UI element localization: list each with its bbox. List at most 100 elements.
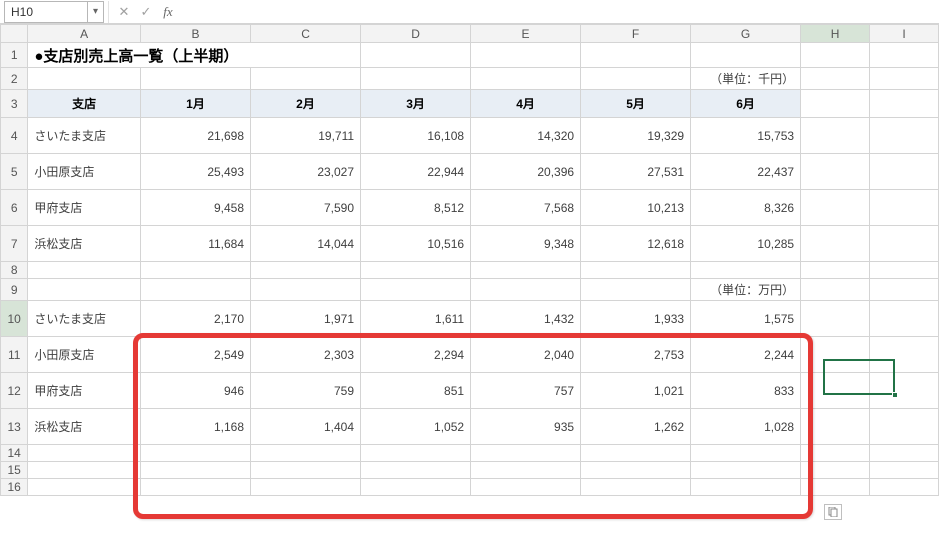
cell[interactable] — [251, 68, 361, 90]
cell[interactable]: ●支店別売上高一覧（上半期） — [28, 43, 361, 68]
cell[interactable] — [141, 68, 251, 90]
cell[interactable] — [361, 462, 471, 479]
cell[interactable]: 1,052 — [361, 409, 471, 445]
cell[interactable] — [141, 445, 251, 462]
cell[interactable] — [141, 462, 251, 479]
cell[interactable] — [28, 445, 141, 462]
cell[interactable] — [471, 462, 581, 479]
cell[interactable]: 12,618 — [581, 226, 691, 262]
cell[interactable]: 1,021 — [581, 373, 691, 409]
row-header-7[interactable]: 7 — [1, 226, 28, 262]
col-header-E[interactable]: E — [471, 25, 581, 43]
cell[interactable] — [28, 68, 141, 90]
cell[interactable] — [251, 462, 361, 479]
cell[interactable] — [141, 279, 251, 301]
cell[interactable] — [870, 279, 939, 301]
cell[interactable]: 851 — [361, 373, 471, 409]
cell[interactable]: 2,549 — [141, 337, 251, 373]
row-header-10[interactable]: 10 — [1, 301, 28, 337]
cell[interactable] — [801, 90, 870, 118]
cell[interactable] — [870, 262, 939, 279]
cell[interactable]: 14,044 — [251, 226, 361, 262]
cell[interactable] — [361, 68, 471, 90]
paste-options-icon[interactable] — [824, 504, 842, 520]
cell[interactable] — [141, 262, 251, 279]
cell[interactable] — [870, 190, 939, 226]
cell[interactable]: 16,108 — [361, 118, 471, 154]
cell[interactable]: 1,971 — [251, 301, 361, 337]
col-header-B[interactable]: B — [141, 25, 251, 43]
cell[interactable]: 1,933 — [581, 301, 691, 337]
cell[interactable]: 19,329 — [581, 118, 691, 154]
cell[interactable] — [471, 43, 581, 68]
cell[interactable]: 7,568 — [471, 190, 581, 226]
cell[interactable] — [581, 279, 691, 301]
cell[interactable] — [581, 262, 691, 279]
cell[interactable] — [581, 462, 691, 479]
row-header-3[interactable]: 3 — [1, 90, 28, 118]
cell[interactable]: 支店 — [28, 90, 141, 118]
cell[interactable]: （単位：万円） — [691, 279, 801, 301]
cell[interactable] — [691, 479, 801, 496]
cell[interactable]: 9,348 — [471, 226, 581, 262]
cell[interactable]: 19,711 — [251, 118, 361, 154]
cell[interactable] — [251, 262, 361, 279]
cell[interactable] — [870, 479, 939, 496]
cell[interactable] — [870, 68, 939, 90]
cell[interactable]: 2,294 — [361, 337, 471, 373]
cell[interactable] — [471, 262, 581, 279]
cell[interactable] — [361, 43, 471, 68]
cell[interactable] — [870, 462, 939, 479]
cell[interactable]: 2,170 — [141, 301, 251, 337]
cell[interactable] — [361, 479, 471, 496]
cell[interactable] — [251, 445, 361, 462]
cell[interactable]: 小田原支店 — [28, 337, 141, 373]
cell[interactable]: 22,437 — [691, 154, 801, 190]
cell[interactable] — [870, 373, 939, 409]
cell[interactable]: 2,303 — [251, 337, 361, 373]
cell[interactable] — [361, 445, 471, 462]
cell[interactable]: 11,684 — [141, 226, 251, 262]
cell[interactable] — [801, 337, 870, 373]
cell[interactable]: 21,698 — [141, 118, 251, 154]
cell[interactable]: 14,320 — [471, 118, 581, 154]
cell[interactable] — [801, 226, 870, 262]
cell[interactable]: 27,531 — [581, 154, 691, 190]
cell[interactable]: 1,168 — [141, 409, 251, 445]
cell[interactable]: 10,285 — [691, 226, 801, 262]
cell[interactable] — [801, 154, 870, 190]
cell[interactable]: 浜松支店 — [28, 226, 141, 262]
cell[interactable]: 甲府支店 — [28, 373, 141, 409]
col-header-F[interactable]: F — [581, 25, 691, 43]
cell[interactable]: さいたま支店 — [28, 118, 141, 154]
cell[interactable]: 25,493 — [141, 154, 251, 190]
cell[interactable]: 甲府支店 — [28, 190, 141, 226]
select-all[interactable] — [1, 25, 28, 43]
cell[interactable] — [691, 43, 801, 68]
cell[interactable] — [28, 479, 141, 496]
cell[interactable]: 2,040 — [471, 337, 581, 373]
row-header-16[interactable]: 16 — [1, 479, 28, 496]
cell[interactable] — [870, 90, 939, 118]
row-header-2[interactable]: 2 — [1, 68, 28, 90]
cell[interactable]: 935 — [471, 409, 581, 445]
col-header-H[interactable]: H — [801, 25, 870, 43]
col-header-C[interactable]: C — [251, 25, 361, 43]
cell[interactable]: 8,512 — [361, 190, 471, 226]
cell[interactable]: 15,753 — [691, 118, 801, 154]
cell[interactable] — [870, 337, 939, 373]
name-box[interactable]: H10 — [4, 1, 88, 23]
cell[interactable] — [870, 445, 939, 462]
cell[interactable]: 1,432 — [471, 301, 581, 337]
col-header-I[interactable]: I — [870, 25, 939, 43]
worksheet[interactable]: A B C D E F G H I 1 ●支店別売上高一覧（上半期） 2 （単位… — [0, 24, 939, 496]
cell[interactable] — [801, 68, 870, 90]
cell[interactable] — [801, 43, 870, 68]
cell[interactable]: 833 — [691, 373, 801, 409]
formula-input[interactable] — [179, 1, 939, 23]
cell[interactable]: 小田原支店 — [28, 154, 141, 190]
cell[interactable] — [28, 462, 141, 479]
row-header-6[interactable]: 6 — [1, 190, 28, 226]
cell[interactable]: 浜松支店 — [28, 409, 141, 445]
cell[interactable] — [870, 409, 939, 445]
